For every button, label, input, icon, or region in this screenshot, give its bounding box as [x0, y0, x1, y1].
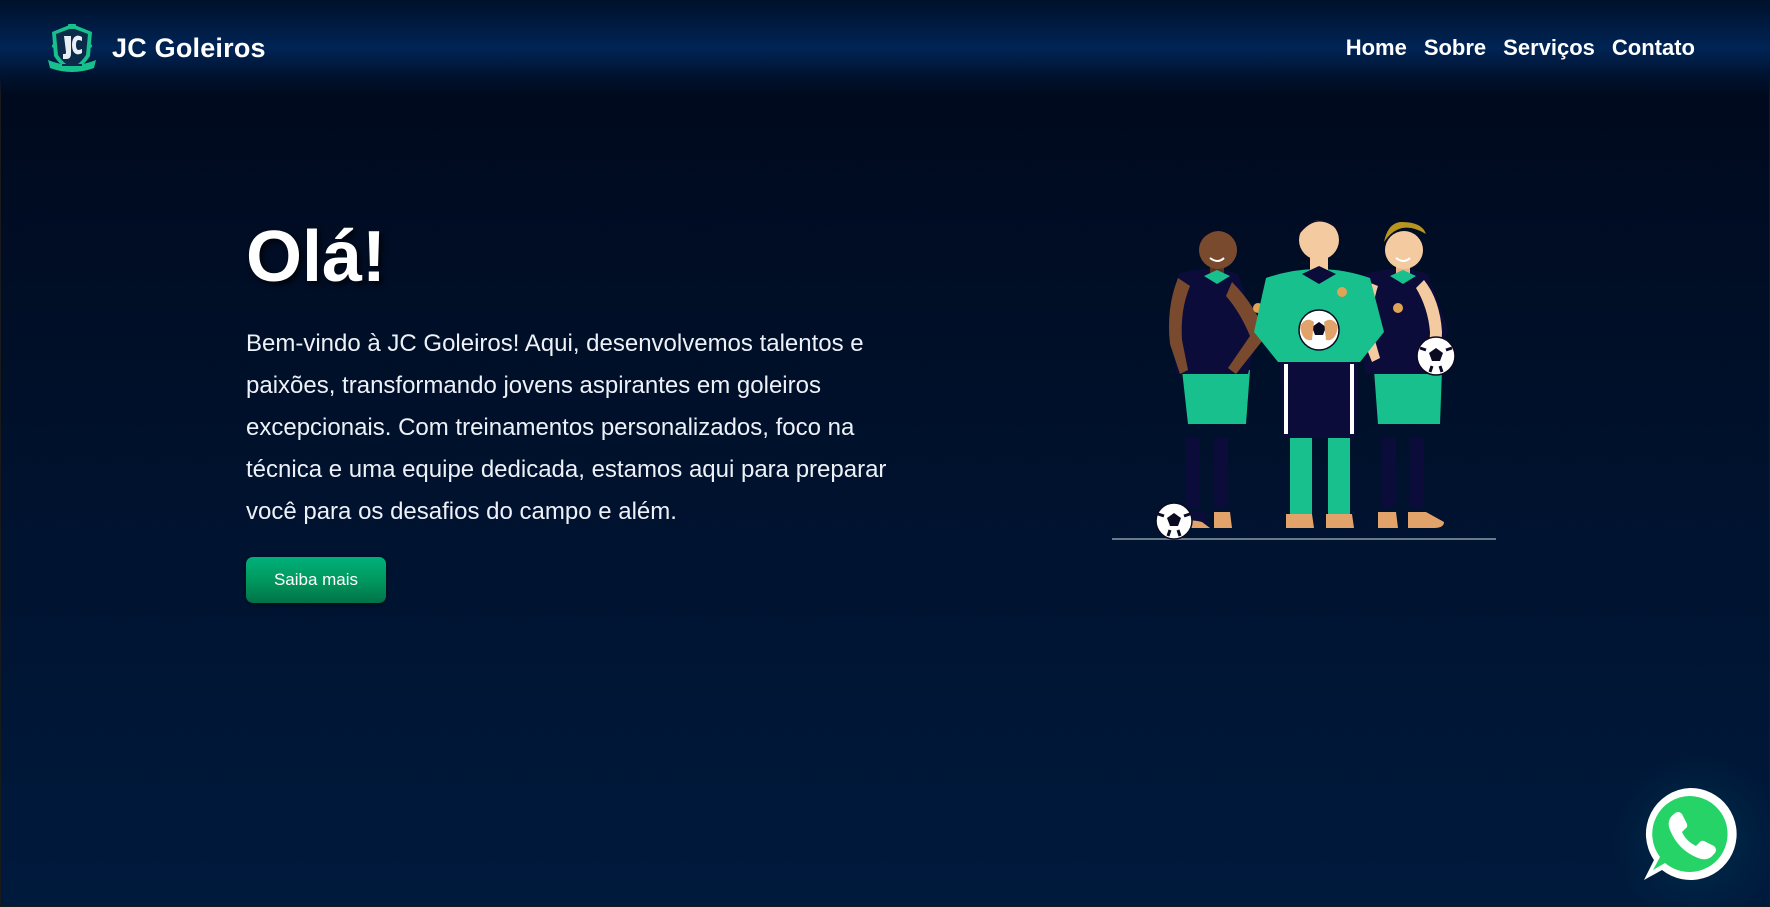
nav-contato[interactable]: Contato [1612, 35, 1695, 61]
hero-section: Olá! Bem-vindo à JC Goleiros! Aqui, dese… [246, 215, 926, 603]
nav-home[interactable]: Home [1346, 35, 1407, 61]
main-nav: Home Sobre Serviços Contato [1346, 35, 1695, 61]
site-header: JC Goleiros Home Sobre Serviços Contato [0, 0, 1770, 96]
hero-description: Bem-vindo à JC Goleiros! Aqui, desenvolv… [246, 330, 887, 525]
nav-sobre[interactable]: Sobre [1424, 35, 1486, 61]
jc-goleiros-crest-icon [48, 24, 96, 72]
whatsapp-icon[interactable] [1640, 784, 1740, 884]
brand[interactable]: JC Goleiros [44, 20, 266, 76]
brand-name: JC Goleiros [112, 32, 266, 63]
hero-title: Olá! [246, 217, 387, 297]
saiba-mais-button[interactable]: Saiba mais [246, 557, 386, 603]
goalkeeper-players-illustration [1112, 220, 1496, 540]
nav-servicos[interactable]: Serviços [1503, 35, 1595, 61]
